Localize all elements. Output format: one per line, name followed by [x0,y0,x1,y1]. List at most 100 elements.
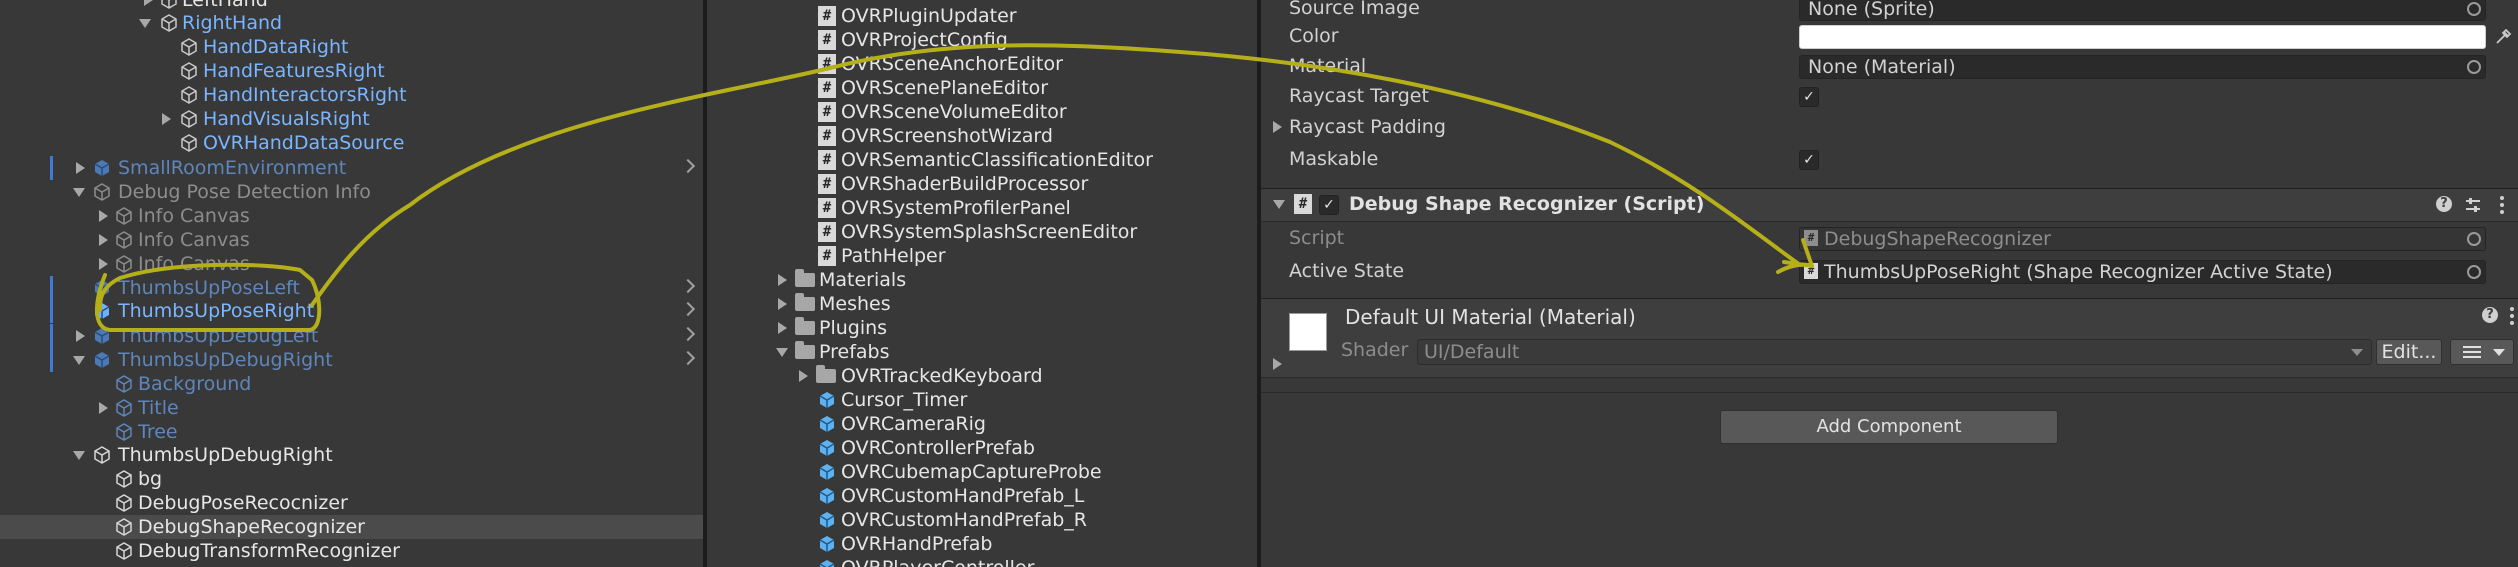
expand-arrow-icon[interactable] [1273,121,1282,133]
project-prefab-ovrcamerarig[interactable]: OVRCameraRig [707,412,1257,436]
sliders-icon[interactable] [2464,196,2482,214]
project-item-pathhelper[interactable]: # PathHelper [707,244,1257,268]
hierarchy-item-handvisualsright[interactable]: HandVisualsRight [0,107,703,131]
hierarchy-item-background[interactable]: Background [0,372,703,396]
component-header-debug-shape-recognizer[interactable]: # ✓ Debug Shape Recognizer (Script) ? [1261,188,2518,222]
hierarchy-item-debugposerecocnizer[interactable]: DebugPoseRecocnizer [0,491,703,515]
project-item-ovrpluginupdater[interactable]: # OVRPluginUpdater [707,4,1257,28]
edit-shader-button[interactable]: Edit... [2376,339,2442,365]
project-prefab-ovrplayercontroller[interactable]: OVRPlayerController [707,556,1257,567]
raycast-target-checkbox[interactable]: ✓ [1799,87,1819,107]
hierarchy-item-smallroomenvironment[interactable]: SmallRoomEnvironment [0,156,703,180]
expand-arrow-icon[interactable] [799,370,808,382]
render-queue-dropdown[interactable] [2450,339,2514,365]
project-folder-prefabs[interactable]: Prefabs [707,340,1257,364]
hierarchy-item-thumbsupdebugleft[interactable]: ThumbsUpDebugLeft [0,324,703,348]
project-prefab-ovrcustomhandprefab-l[interactable]: OVRCustomHandPrefab_L [707,484,1257,508]
active-state-field[interactable]: # ThumbsUpPoseRight (Shape Recognizer Ac… [1799,260,2486,284]
material-field[interactable]: None (Material) [1799,55,2486,79]
project-item-ovrshaderbuildprocessor[interactable]: # OVRShaderBuildProcessor [707,172,1257,196]
hierarchy-item-thumbsupdebugright-prefab[interactable]: ThumbsUpDebugRight [0,348,703,372]
expand-arrow-icon[interactable] [778,322,787,334]
project-prefab-cursor-timer[interactable]: Cursor_Timer [707,388,1257,412]
shader-dropdown[interactable]: UI/Default [1417,339,2372,365]
hierarchy-item-handfeaturesright[interactable]: HandFeaturesRight [0,59,703,83]
hierarchy-item-debug-pose-detection-info[interactable]: Debug Pose Detection Info [0,180,703,204]
project-prefab-ovrcontrollerprefab[interactable]: OVRControllerPrefab [707,436,1257,460]
add-component-button[interactable]: Add Component [1720,410,2058,444]
expand-arrow-icon[interactable] [1273,358,1282,370]
expand-arrow-icon[interactable] [76,162,85,174]
project-item-ovrsceneplaneeditor[interactable]: # OVRScenePlaneEditor [707,76,1257,100]
target-circle-icon[interactable] [2467,2,2481,16]
maskable-checkbox[interactable]: ✓ [1799,150,1819,170]
project-folder-ovrtrackedkeyboard[interactable]: OVRTrackedKeyboard [707,364,1257,388]
project-item-ovrscenevolumeeditor[interactable]: # OVRSceneVolumeEditor [707,100,1257,124]
project-item-ovrscreenshotwizard[interactable]: # OVRScreenshotWizard [707,124,1257,148]
hierarchy-item-info-canvas-1[interactable]: Info Canvas [0,204,703,228]
chevron-right-icon[interactable] [680,158,696,174]
project-item-ovrsystemsplashscreeneditor[interactable]: # OVRSystemSplashScreenEditor [707,220,1257,244]
expand-arrow-icon[interactable] [73,451,85,460]
project-folder-plugins[interactable]: Plugins [707,316,1257,340]
hierarchy-item-title[interactable]: Title [0,396,703,420]
target-circle-icon[interactable] [2467,265,2481,279]
color-field[interactable] [1799,25,2486,49]
collapse-arrow-icon[interactable] [1273,200,1285,209]
project-folder-meshes[interactable]: Meshes [707,292,1257,316]
question-icon[interactable]: ? [2436,196,2452,212]
expand-arrow-icon[interactable] [776,348,788,357]
expand-arrow-icon[interactable] [778,298,787,310]
raycast-padding-row[interactable]: Raycast Padding [1261,112,2518,142]
expand-arrow-icon[interactable] [162,113,171,125]
project-item-ovrsceneanchoreditor[interactable]: # OVRSceneAnchorEditor [707,52,1257,76]
expand-arrow-icon[interactable] [73,356,85,365]
question-icon[interactable]: ? [2482,307,2498,323]
hierarchy-item-handdataright[interactable]: HandDataRight [0,35,703,59]
hash-script-icon: # [1804,230,1818,246]
source-image-field[interactable]: None (Sprite) [1799,0,2486,21]
hierarchy-item-thumbsupposeleft[interactable]: ThumbsUpPoseLeft [0,276,703,300]
hierarchy-item-bg[interactable]: bg [0,467,703,491]
project-folder-materials[interactable]: Materials [707,268,1257,292]
component-enabled-checkbox[interactable]: ✓ [1319,195,1339,215]
kebab-icon[interactable] [2498,195,2506,215]
project-item-ovrsystemprofilerpanel[interactable]: # OVRSystemProfilerPanel [707,196,1257,220]
script-field[interactable]: # DebugShapeRecognizer [1799,227,2486,251]
hierarchy-item-info-canvas-3[interactable]: Info Canvas [0,252,703,276]
hierarchy-item-debugshaperecognizer[interactable]: DebugShapeRecognizer [0,515,703,539]
hierarchy-item-tree[interactable]: Tree [0,420,703,444]
expand-arrow-icon[interactable] [73,188,85,197]
expand-arrow-icon[interactable] [76,330,85,342]
expand-arrow-icon[interactable] [99,210,108,222]
project-prefab-ovrhandprefab[interactable]: OVRHandPrefab [707,532,1257,556]
expand-arrow-icon[interactable] [778,274,787,286]
hierarchy-item-ovrhanddatasource[interactable]: OVRHandDataSource [0,131,703,155]
hierarchy-item-righthand[interactable]: RightHand [0,11,703,35]
expand-arrow-icon[interactable] [99,258,108,270]
hash-script-icon: # [818,222,836,242]
eyedropper-icon[interactable] [2494,28,2512,46]
project-prefab-ovrcubemapcaptureprobe[interactable]: OVRCubemapCaptureProbe [707,460,1257,484]
project-item-ovrprojectconfig[interactable]: # OVRProjectConfig [707,28,1257,52]
project-item-ovrsemanticclassificationeditor[interactable]: # OVRSemanticClassificationEditor [707,148,1257,172]
hierarchy-item-handinteractorsright[interactable]: HandInteractorsRight [0,83,703,107]
chevron-right-icon[interactable] [680,278,696,294]
chevron-right-icon[interactable] [680,326,696,342]
script-row: Script # DebugShapeRecognizer [1261,223,2518,253]
target-circle-icon[interactable] [2467,60,2481,74]
hierarchy-item-thumbsupdebugright[interactable]: ThumbsUpDebugRight [0,443,703,467]
kebab-icon[interactable] [2508,306,2516,326]
chevron-down-icon [2351,349,2363,356]
hierarchy-item-debugtransformrecognizer[interactable]: DebugTransformRecognizer [0,539,703,563]
target-circle-icon[interactable] [2467,232,2481,246]
chevron-right-icon[interactable] [680,350,696,366]
chevron-right-icon[interactable] [680,301,696,317]
project-panel: # OVRPluginUpdater # OVRProjectConfig # … [707,0,1257,567]
expand-arrow-icon[interactable] [99,402,108,414]
hierarchy-item-thumbsupposeright[interactable]: ThumbsUpPoseRight [0,299,703,323]
project-prefab-ovrcustomhandprefab-r[interactable]: OVRCustomHandPrefab_R [707,508,1257,532]
hierarchy-item-info-canvas-2[interactable]: Info Canvas [0,228,703,252]
expand-arrow-icon[interactable] [99,234,108,246]
expand-arrow-icon[interactable] [139,19,151,28]
